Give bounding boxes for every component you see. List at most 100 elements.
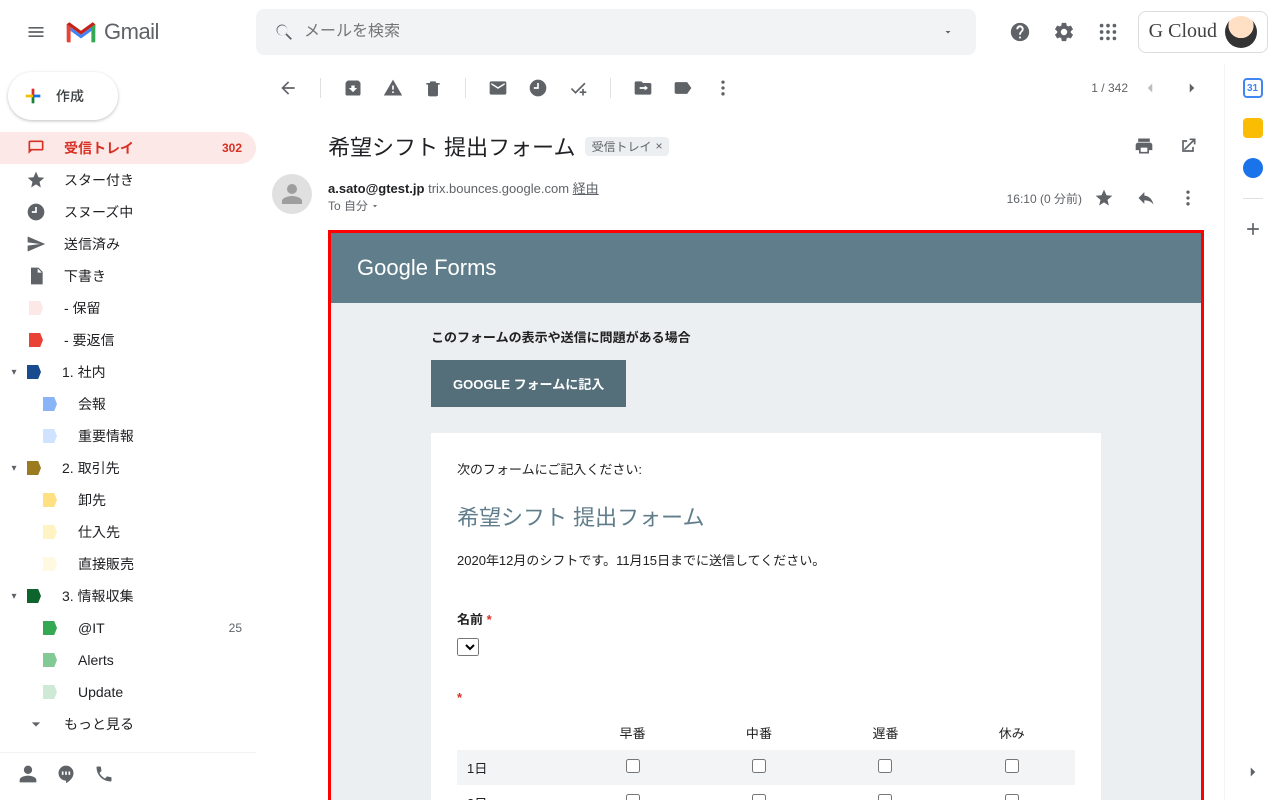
get-addons-button[interactable] (1243, 219, 1263, 239)
shift-checkbox[interactable] (878, 759, 892, 773)
nav-inbox[interactable]: 受信トレイ 302 (0, 132, 256, 164)
search-input[interactable] (304, 23, 928, 41)
account-name: G Cloud (1149, 20, 1217, 43)
google-forms-logo: Google Forms (357, 255, 496, 281)
side-panel-toggle[interactable] (1237, 756, 1269, 788)
main-menu-button[interactable] (12, 8, 60, 56)
shift-checkbox[interactable] (878, 794, 892, 800)
sender-address[interactable]: a.sato@gtest.jp (328, 181, 424, 196)
to-line[interactable]: To 自分 (328, 197, 599, 214)
subject-label-chip[interactable]: 受信トレイ× (585, 137, 668, 156)
shift-checkbox[interactable] (1005, 759, 1019, 773)
mark-unread-button[interactable] (478, 68, 518, 108)
contacts-icon[interactable] (18, 764, 38, 789)
snooze-button[interactable] (518, 68, 558, 108)
print-button[interactable] (1124, 126, 1164, 166)
move-to-button[interactable] (623, 68, 663, 108)
shift-checkbox[interactable] (626, 794, 640, 800)
nav-drafts[interactable]: 下書き (0, 260, 256, 292)
search-icon[interactable] (264, 12, 304, 52)
keep-app-icon[interactable] (1243, 118, 1263, 138)
add-task-button[interactable] (558, 68, 598, 108)
pager-next[interactable] (1172, 68, 1212, 108)
support-button[interactable] (1000, 12, 1040, 52)
nav-snoozed[interactable]: スヌーズ中 (0, 196, 256, 228)
nav-sent[interactable]: 送信済み (0, 228, 256, 260)
open-new-window-button[interactable] (1168, 126, 1208, 166)
nav-folder-research[interactable]: ▾3. 情報収集 (0, 580, 256, 612)
star-icon (26, 170, 46, 190)
settings-button[interactable] (1044, 12, 1084, 52)
chip-remove-icon[interactable]: × (655, 139, 662, 153)
form-title: 希望シフト 提出フォーム (457, 500, 1075, 532)
form-description: 2020年12月のシフトです。11月15日までに送信してください。 (457, 550, 1075, 569)
shift-checkbox[interactable] (626, 759, 640, 773)
row-label: 1日 (457, 750, 569, 785)
name-select[interactable] (457, 638, 479, 656)
mail-toolbar: 1 / 342 (256, 64, 1224, 112)
compose-button[interactable]: 作成 (8, 72, 118, 120)
star-toggle[interactable] (1084, 178, 1124, 218)
nav-label-direct[interactable]: 直接販売 (0, 548, 256, 580)
shift-checkbox[interactable] (1005, 794, 1019, 800)
chevron-down-icon: ▾ (8, 367, 20, 378)
labels-button[interactable] (663, 68, 703, 108)
nav-more[interactable]: もっと見る (0, 708, 256, 740)
shift-grid-header: 早番 中番 遅番 休み (457, 715, 1075, 750)
nav-label-kaiho[interactable]: 会報 (0, 388, 256, 420)
nav-label-wholesale[interactable]: 卸先 (0, 484, 256, 516)
spam-icon (383, 78, 403, 98)
delete-button[interactable] (413, 68, 453, 108)
fill-in-forms-button[interactable]: GOOGLE フォームに記入 (431, 360, 626, 407)
tasks-app-icon[interactable] (1243, 158, 1263, 178)
calendar-app-icon[interactable]: 31 (1243, 78, 1263, 98)
phone-icon[interactable] (94, 764, 114, 789)
mail-more-button[interactable] (1168, 178, 1208, 218)
chevron-right-icon (1244, 763, 1262, 781)
avatar (1225, 16, 1257, 48)
shift-checkbox[interactable] (752, 759, 766, 773)
col-late: 遅番 (822, 715, 948, 750)
nav-label-hold[interactable]: - 保留 (0, 292, 256, 324)
nav-label-important-info[interactable]: 重要情報 (0, 420, 256, 452)
gmail-icon (64, 19, 98, 45)
send-icon (26, 234, 46, 254)
label-icon (40, 490, 60, 510)
label-icon (24, 458, 44, 478)
apps-grid-icon (1097, 21, 1119, 43)
google-apps-button[interactable] (1088, 12, 1128, 52)
back-button[interactable] (268, 68, 308, 108)
pager-prev[interactable] (1130, 68, 1170, 108)
account-chip[interactable]: G Cloud (1138, 11, 1268, 53)
gmail-logo[interactable]: Gmail (64, 19, 159, 45)
mail-subject: 希望シフト 提出フォーム (328, 130, 575, 162)
label-icon (24, 586, 44, 606)
nav-folder-partners[interactable]: ▾2. 取引先 (0, 452, 256, 484)
nav-label-atit[interactable]: @IT25 (0, 612, 256, 644)
form-trouble-text: このフォームの表示や送信に問題がある場合 (431, 327, 1101, 346)
search-bar[interactable] (256, 9, 976, 55)
trash-icon (423, 78, 443, 98)
label-icon (40, 650, 60, 670)
search-options-button[interactable] (928, 12, 968, 52)
arrow-left-icon (278, 78, 298, 98)
star-outline-icon (1094, 188, 1114, 208)
shift-checkbox[interactable] (752, 794, 766, 800)
reply-button[interactable] (1126, 178, 1166, 218)
sender-avatar[interactable] (272, 174, 312, 214)
nav-folder-internal[interactable]: ▾1. 社内 (0, 356, 256, 388)
archive-button[interactable] (333, 68, 373, 108)
nav-label-supplier[interactable]: 仕入先 (0, 516, 256, 548)
label-icon (40, 554, 60, 574)
spam-button[interactable] (373, 68, 413, 108)
hangouts-icon[interactable] (56, 764, 76, 789)
file-icon (26, 266, 46, 286)
nav-label-alerts[interactable]: Alerts (0, 644, 256, 676)
label-icon (40, 618, 60, 638)
nav-label-reply[interactable]: - 要返信 (0, 324, 256, 356)
nav-label-update[interactable]: Update (0, 676, 256, 708)
more-actions-button[interactable] (703, 68, 743, 108)
open-in-new-icon (1178, 136, 1198, 156)
chevron-down-icon: ▾ (8, 463, 20, 474)
nav-starred[interactable]: スター付き (0, 164, 256, 196)
